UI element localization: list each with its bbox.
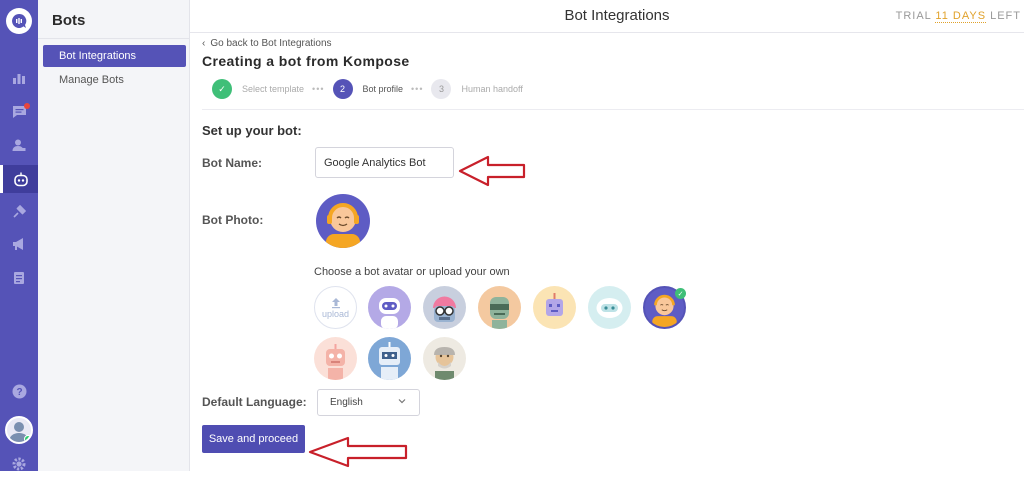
reports-icon[interactable] [0, 64, 38, 92]
section-title: Set up your bot: [202, 123, 302, 138]
avatar-purple-robot[interactable] [368, 286, 411, 329]
back-link-label: Go back to Bot Integrations [210, 38, 332, 49]
help-icon[interactable]: ? [0, 377, 38, 405]
app-rail: ? [0, 0, 38, 471]
annotation-arrow-icon [458, 155, 526, 187]
trial-suffix: LEFT [986, 10, 1021, 22]
sidebar-item-manage-bots[interactable]: Manage Bots [43, 69, 186, 91]
upload-avatar-button[interactable]: upload [314, 286, 357, 329]
campaigns-icon[interactable] [0, 230, 38, 258]
bot-name-input[interactable] [315, 147, 454, 178]
step-connector: ••• [411, 84, 424, 94]
avatar-pink-bot[interactable] [314, 337, 357, 380]
page-title: Creating a bot from Kompose [202, 53, 410, 69]
chevron-left-icon: ‹ [202, 38, 206, 49]
svg-text:?: ? [16, 387, 22, 398]
settings-gear-icon[interactable] [0, 450, 38, 478]
integrations-icon[interactable] [0, 198, 38, 226]
step-3-label: Human handoff [461, 84, 523, 94]
main-content: ‹ Go back to Bot Integrations Creating a … [190, 33, 1024, 471]
save-and-proceed-button[interactable]: Save and proceed [202, 425, 305, 453]
language-select[interactable]: English [317, 389, 420, 416]
sidebar-item-bot-integrations[interactable]: Bot Integrations [43, 45, 186, 67]
trial-indicator[interactable]: TRIAL 11 DAYS LEFT [895, 10, 1021, 23]
notification-dot [24, 103, 30, 109]
step-1-label: Select template [242, 84, 305, 94]
annotation-arrow-icon [308, 436, 408, 468]
conversations-icon[interactable] [0, 98, 38, 126]
avatar-blue-bot[interactable] [368, 337, 411, 380]
default-language-label: Default Language: [202, 395, 307, 409]
avatar-instructions: Choose a bot avatar or upload your own [314, 266, 510, 278]
bots-sidebar: Bots Bot Integrations Manage Bots [38, 0, 190, 471]
back-link[interactable]: ‹ Go back to Bot Integrations [202, 38, 332, 49]
avatar-visor-bot[interactable] [478, 286, 521, 329]
step-2-label: Bot profile [362, 84, 404, 94]
bots-icon[interactable] [0, 165, 38, 193]
user-avatar[interactable] [5, 416, 33, 444]
step-3-badge[interactable]: 3 [431, 79, 452, 99]
chevron-down-icon [398, 399, 406, 404]
divider [38, 38, 190, 39]
avatar-square-bot[interactable] [533, 286, 576, 329]
step-connector: ••• [312, 84, 325, 94]
language-value: English [330, 397, 363, 408]
selected-bot-photo [316, 194, 370, 248]
selected-check-icon: ✓ [675, 288, 686, 299]
trial-prefix: TRIAL [895, 10, 936, 22]
progress-stepper: ✓ Select template ••• 2 Bot profile ••• … [212, 79, 523, 99]
bot-name-label: Bot Name: [202, 156, 263, 170]
trial-days: 11 DAYS [935, 10, 987, 23]
avatar-old-man[interactable] [423, 337, 466, 380]
step-2-badge[interactable]: 2 [332, 79, 353, 99]
bot-photo-label: Bot Photo: [202, 213, 264, 227]
users-icon[interactable] [0, 131, 38, 159]
top-header: Bot Integrations TRIAL 11 DAYS LEFT [190, 0, 1024, 33]
divider [202, 109, 1024, 110]
upload-label: upload [321, 308, 350, 319]
avatar-glasses-bot[interactable] [423, 286, 466, 329]
online-status-dot [24, 435, 31, 442]
chat-logo-icon[interactable] [6, 8, 32, 34]
step-1-check-icon[interactable]: ✓ [212, 79, 232, 99]
avatar-cloud-bot[interactable] [588, 286, 631, 329]
articles-icon[interactable] [0, 264, 38, 292]
upload-icon [331, 297, 340, 308]
sidebar-title: Bots [52, 12, 86, 29]
